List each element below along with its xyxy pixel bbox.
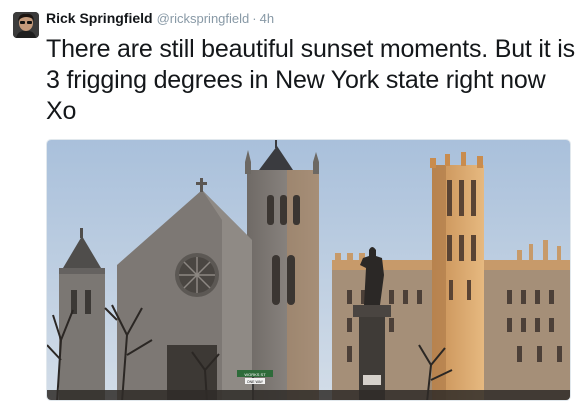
avatar-image [13, 12, 39, 38]
tweet-text: There are still beautiful sunset moments… [46, 35, 575, 125]
tweet-header: Rick Springfield @rickspringfield · 4h [46, 10, 274, 30]
tweet-card: Rick Springfield @rickspringfield · 4h T… [0, 0, 587, 412]
display-name[interactable]: Rick Springfield [46, 10, 153, 26]
street-sign-bottom: ONE WAY [247, 380, 264, 384]
cathedral-sunset-photo: WORKS ST ONE WAY [47, 140, 570, 400]
separator-dot: · [252, 11, 257, 26]
street-sign-top: WORKS ST [244, 372, 266, 377]
user-handle[interactable]: @rickspringfield [157, 11, 250, 26]
avatar[interactable] [13, 12, 39, 38]
right-tower [430, 152, 484, 400]
tweet-photo[interactable]: WORKS ST ONE WAY [46, 139, 571, 401]
timestamp[interactable]: 4h [260, 11, 274, 26]
bell-tower [245, 140, 319, 400]
